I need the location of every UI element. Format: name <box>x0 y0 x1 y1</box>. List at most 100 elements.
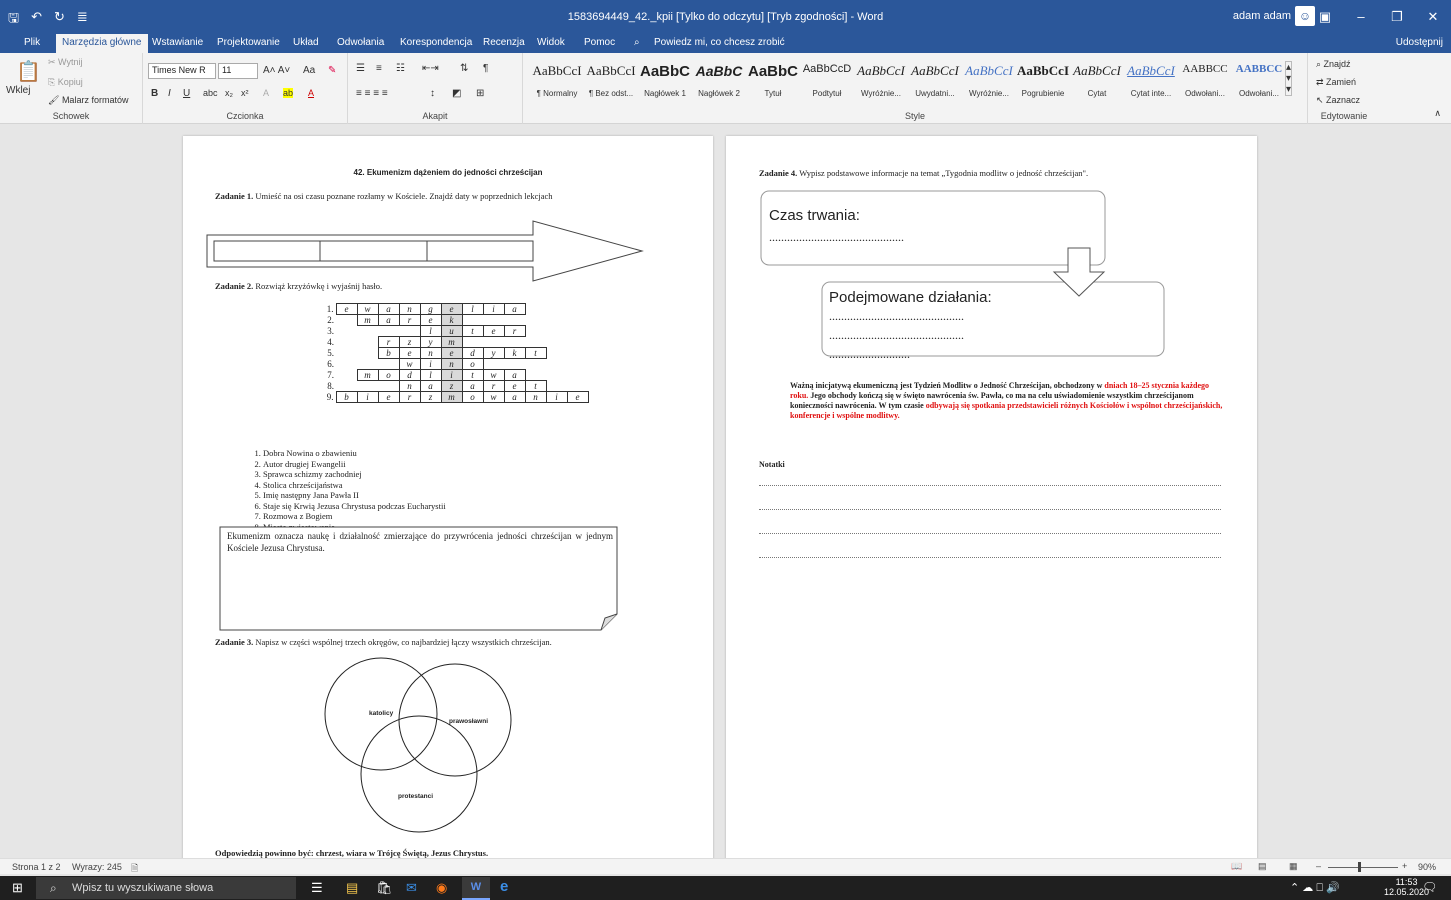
cut-button[interactable]: ✂ Wytnij <box>48 57 82 68</box>
crossword-cell[interactable]: k <box>440 314 463 326</box>
crossword-cell[interactable]: r <box>377 336 400 348</box>
crossword-cell[interactable]: y <box>419 336 442 348</box>
tab-design[interactable]: Projektowanie <box>217 37 280 48</box>
crossword-cell[interactable]: d <box>398 369 421 381</box>
crossword-cell[interactable]: y <box>482 347 505 359</box>
borders-icon[interactable]: ⊞ <box>476 88 484 99</box>
change-case-button[interactable]: Aa <box>303 65 315 76</box>
style-item[interactable]: AaBbCcI Cytat inte... <box>1125 63 1177 98</box>
tab-review[interactable]: Recenzja <box>483 37 525 48</box>
notifications-icon[interactable]: 🗨 <box>1422 880 1437 894</box>
crossword-cell[interactable]: l <box>461 303 484 315</box>
crossword-cell[interactable]: o <box>377 369 400 381</box>
style-item[interactable]: AaBbCcI Uwydatni... <box>909 63 961 98</box>
crossword-cell[interactable]: k <box>503 347 526 359</box>
crossword[interactable]: 1. e w a n g e l i a 2. m a r e k 3. l u t e r 4. r z y m 5. b e n e d y k… <box>312 303 589 403</box>
note-line-4[interactable] <box>759 557 1221 558</box>
crossword-cell[interactable]: n <box>398 380 421 392</box>
style-item[interactable]: AaBbCcD Podtytuł <box>801 63 853 98</box>
style-item[interactable]: AaBbCcI ¶ Bez odst... <box>585 63 637 98</box>
replace-button[interactable]: ⇄ Zamień <box>1316 77 1356 88</box>
crossword-cell[interactable]: w <box>356 303 379 315</box>
minimize-icon[interactable]: – <box>1343 0 1379 34</box>
user-name[interactable]: adam adam <box>1233 10 1291 22</box>
crossword-cell[interactable]: r <box>398 391 421 403</box>
crossword-cell[interactable]: o <box>461 391 484 403</box>
tab-file[interactable]: Plik <box>24 37 40 48</box>
read-mode-icon[interactable]: 📖 <box>1231 861 1242 872</box>
underline-icon[interactable]: U <box>183 88 190 99</box>
share-button[interactable]: Udostępnij <box>1396 37 1443 48</box>
crossword-cell[interactable]: a <box>503 391 526 403</box>
crossword-cell[interactable]: i <box>419 358 442 370</box>
tab-references[interactable]: Odwołania <box>337 37 384 48</box>
crossword-cell[interactable]: i <box>356 391 379 403</box>
crossword-cell[interactable]: n <box>524 391 547 403</box>
strikethrough-icon[interactable]: abc <box>203 88 218 98</box>
style-item[interactable]: AABBCC Odwołani... <box>1179 63 1231 98</box>
crossword-cell[interactable]: e <box>566 391 589 403</box>
tab-view[interactable]: Widok <box>537 37 565 48</box>
crossword-cell[interactable]: e <box>377 391 400 403</box>
italic-icon[interactable]: I <box>168 88 171 99</box>
tab-insert[interactable]: Wstawianie <box>152 37 203 48</box>
line-spacing-icon[interactable]: ↕ <box>430 88 435 99</box>
crossword-cell[interactable]: r <box>503 325 526 337</box>
font-name-field[interactable]: Times New R <box>148 63 216 79</box>
crossword-cell[interactable]: w <box>482 391 505 403</box>
crossword-cell[interactable]: e <box>482 325 505 337</box>
indent-icon[interactable]: ⇤⇥ <box>422 63 439 74</box>
actions-dots-3[interactable]: ........................... <box>829 347 910 362</box>
system-tray-icons[interactable]: ⌃ ☁ ⎕ 🔊 <box>1290 881 1340 895</box>
ribbon-display-icon[interactable]: ▣ <box>1307 0 1343 34</box>
crossword-cell[interactable]: e <box>503 380 526 392</box>
crossword-cell[interactable]: m <box>440 336 463 348</box>
style-item[interactable]: AaBbCcI Cytat <box>1071 63 1123 98</box>
subscript-icon[interactable]: x₂ <box>225 88 233 98</box>
crossword-cell[interactable]: a <box>503 369 526 381</box>
note-line-2[interactable] <box>759 509 1221 510</box>
mail-icon[interactable]: ✉ <box>406 880 417 896</box>
font-size-field[interactable]: 11 <box>218 63 258 79</box>
duration-dots[interactable]: ........................................… <box>769 230 904 245</box>
style-item[interactable]: AaBbCcI Wyróżnie... <box>963 63 1015 98</box>
styles-scroll-icon[interactable]: ▴ ▾ ▾ <box>1285 61 1293 96</box>
print-layout-icon[interactable]: ▤ <box>1258 861 1267 872</box>
tab-mailings[interactable]: Korespondencja <box>400 37 472 48</box>
crossword-cell[interactable]: a <box>503 303 526 315</box>
superscript-icon[interactable]: x² <box>241 88 249 98</box>
proofing-icon[interactable]: 🗎 <box>131 861 138 877</box>
tab-help[interactable]: Pomoc <box>584 37 615 48</box>
crossword-cell[interactable]: e <box>440 303 463 315</box>
page-1[interactable]: 42. Ekumenizm dążeniem do jedności chrze… <box>183 136 713 858</box>
firefox-icon[interactable]: ◉ <box>436 880 447 896</box>
crossword-cell[interactable]: a <box>419 380 442 392</box>
file-explorer-icon[interactable]: ▤ <box>346 880 358 896</box>
tell-me-icon[interactable]: ⌕ <box>634 37 640 48</box>
collapse-ribbon-icon[interactable]: ∧ <box>1434 108 1441 119</box>
crossword-cell[interactable]: n <box>398 303 421 315</box>
web-layout-icon[interactable]: ▦ <box>1289 861 1298 872</box>
crossword-cell[interactable]: m <box>440 391 463 403</box>
pilcrow-icon[interactable]: ¶ <box>483 63 488 74</box>
find-button[interactable]: ⌕ Znajdź <box>1316 59 1351 70</box>
crossword-cell[interactable]: u <box>440 325 463 337</box>
crossword-cell[interactable]: m <box>356 369 379 381</box>
crossword-cell[interactable]: t <box>461 325 484 337</box>
crossword-cell[interactable]: r <box>398 314 421 326</box>
style-item[interactable]: AaBbC Nagłówek 2 <box>693 63 745 98</box>
page-count[interactable]: Strona 1 z 2 <box>12 862 61 872</box>
crossword-cell[interactable]: b <box>377 347 400 359</box>
paste-button[interactable]: Wklej <box>6 85 30 96</box>
tab-layout[interactable]: Układ <box>293 37 319 48</box>
windows-start-icon[interactable]: ⊞ <box>12 880 23 896</box>
crossword-cell[interactable]: i <box>545 391 568 403</box>
crossword-cell[interactable]: r <box>482 380 505 392</box>
tell-me-input[interactable]: Powiedz mi, co chcesz zrobić <box>654 37 785 48</box>
word-taskbar-icon[interactable]: W <box>462 877 490 900</box>
align-icon[interactable]: ≡ ≡ ≡ ≡ <box>356 88 388 99</box>
crossword-cell[interactable]: w <box>398 358 421 370</box>
sort-icon[interactable]: ⇅ <box>460 63 468 74</box>
style-item[interactable]: AaBbC Nagłówek 1 <box>639 63 691 98</box>
crossword-cell[interactable]: e <box>419 314 442 326</box>
